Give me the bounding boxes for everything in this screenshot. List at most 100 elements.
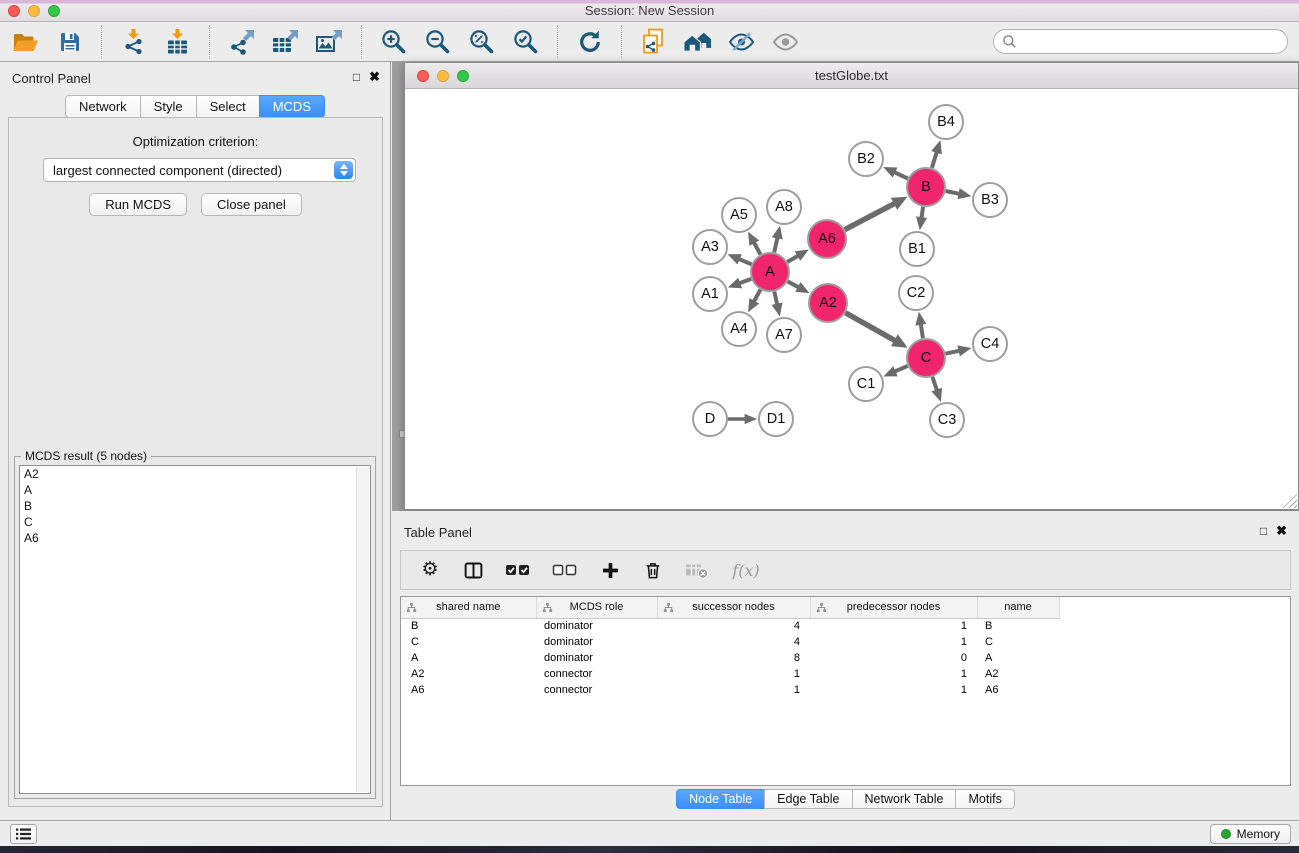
graph-edge-B-B1[interactable]	[916, 207, 927, 230]
table-cell-name[interactable]: A	[977, 650, 1059, 666]
network-window-titlebar[interactable]: testGlobe.txt	[405, 63, 1298, 89]
table-cell-successor-nodes[interactable]: 8	[657, 650, 810, 666]
criterion-select[interactable]: largest connected component (directed)	[43, 158, 356, 182]
graph-edge-A-A6[interactable]	[787, 250, 809, 262]
column-view-button[interactable]	[460, 557, 486, 583]
export-image-button[interactable]	[314, 26, 345, 57]
graph-node-C2[interactable]: C2	[899, 276, 933, 310]
graph-node-B4[interactable]: B4	[929, 105, 963, 139]
table-cell-shared-name[interactable]: A6	[401, 682, 536, 698]
graph-edge-A2-C[interactable]	[845, 313, 907, 348]
table-settings-button[interactable]: ⚙	[417, 557, 443, 583]
graph-edge-C-C4[interactable]	[946, 345, 972, 356]
table-cell-name[interactable]: B	[977, 618, 1059, 634]
graph-edge-B-B2[interactable]	[883, 167, 908, 179]
table-row[interactable]: A6connector11A6	[401, 682, 1290, 698]
delete-table-button[interactable]	[683, 557, 711, 583]
table-cell-mcds-role[interactable]: dominator	[536, 650, 657, 666]
show-all-button[interactable]	[770, 26, 801, 57]
column-header-predecessor-nodes[interactable]: predecessor nodes	[810, 597, 977, 618]
table-row[interactable]: Adominator80A	[401, 650, 1290, 666]
graph-node-D1[interactable]: D1	[759, 402, 793, 436]
table-cell-predecessor-nodes[interactable]: 1	[810, 634, 977, 650]
graph-node-A7[interactable]: A7	[767, 318, 801, 352]
float-panel-icon[interactable]: □	[1260, 524, 1267, 538]
zoom-network-button[interactable]	[457, 70, 469, 82]
table-cell-predecessor-nodes[interactable]: 1	[810, 666, 977, 682]
table-cell-shared-name[interactable]: A2	[401, 666, 536, 682]
mcds-result-item[interactable]: C	[20, 514, 370, 530]
deselect-all-columns-button[interactable]	[550, 557, 580, 583]
graph-node-A5[interactable]: A5	[722, 198, 756, 232]
zoom-window-button[interactable]	[48, 5, 60, 17]
graph-edge-A-A1[interactable]	[728, 278, 751, 289]
save-session-button[interactable]	[54, 26, 85, 57]
graph-edge-C-C1[interactable]	[883, 366, 907, 376]
graph-edge-A-A2[interactable]	[788, 281, 810, 293]
new-network-from-selection-button[interactable]	[638, 26, 669, 57]
first-neighbors-button[interactable]	[682, 26, 713, 57]
table-cell-successor-nodes[interactable]: 1	[657, 666, 810, 682]
column-header-mcds-role[interactable]: MCDS role	[536, 597, 657, 618]
table-cell-name[interactable]: A6	[977, 682, 1059, 698]
close-network-button[interactable]	[417, 70, 429, 82]
table-cell-predecessor-nodes[interactable]: 1	[810, 618, 977, 634]
table-row[interactable]: Cdominator41C	[401, 634, 1290, 650]
table-cell-shared-name[interactable]: A	[401, 650, 536, 666]
run-mcds-button[interactable]: Run MCDS	[89, 193, 187, 216]
graph-edge-C-C3[interactable]	[931, 377, 942, 402]
graph-node-A6[interactable]: A6	[808, 220, 846, 258]
minimize-network-button[interactable]	[437, 70, 449, 82]
graph-edge-C-C2[interactable]	[915, 312, 926, 338]
graph-node-D[interactable]: D	[693, 402, 727, 436]
table-cell-mcds-role[interactable]: dominator	[536, 618, 657, 634]
graph-node-C[interactable]: C	[907, 339, 945, 377]
graph-edge-A-A3[interactable]	[728, 254, 752, 264]
export-network-button[interactable]	[226, 26, 257, 57]
close-panel-icon[interactable]: ✖	[1276, 524, 1287, 538]
table-tab-motifs[interactable]: Motifs	[955, 789, 1014, 809]
graph-node-B2[interactable]: B2	[849, 142, 883, 176]
table-row[interactable]: A2connector11A2	[401, 666, 1290, 682]
close-panel-icon[interactable]: ✖	[369, 70, 380, 84]
graph-node-A[interactable]: A	[751, 253, 789, 291]
table-cell-mcds-role[interactable]: connector	[536, 682, 657, 698]
column-header-successor-nodes[interactable]: successor nodes	[657, 597, 810, 618]
graph-node-C4[interactable]: C4	[973, 327, 1007, 361]
column-header-shared-name[interactable]: shared name	[401, 597, 536, 618]
hide-selected-button[interactable]	[726, 26, 757, 57]
open-session-button[interactable]	[10, 26, 41, 57]
graph-node-C3[interactable]: C3	[930, 403, 964, 437]
tab-style[interactable]: Style	[140, 95, 197, 118]
mcds-result-item[interactable]: B	[20, 498, 370, 514]
graph-node-B[interactable]: B	[907, 168, 945, 206]
graph-node-B3[interactable]: B3	[973, 183, 1007, 217]
mcds-result-list[interactable]: A2ABCA6	[19, 465, 371, 794]
mcds-result-item[interactable]: A2	[20, 466, 370, 482]
close-panel-button[interactable]: Close panel	[201, 193, 302, 216]
graph-edge-B-B4[interactable]	[931, 140, 942, 168]
table-cell-mcds-role[interactable]: dominator	[536, 634, 657, 650]
minimize-window-button[interactable]	[28, 5, 40, 17]
graph-node-B1[interactable]: B1	[900, 232, 934, 266]
graph-node-A8[interactable]: A8	[767, 190, 801, 224]
table-cell-name[interactable]: C	[977, 634, 1059, 650]
select-all-columns-button[interactable]	[503, 557, 533, 583]
import-table-button[interactable]	[162, 26, 193, 57]
tab-select[interactable]: Select	[196, 95, 260, 118]
graph-edge-A-A5[interactable]	[748, 232, 760, 255]
graph-edge-A-A7[interactable]	[772, 292, 783, 317]
zoom-out-button[interactable]	[422, 26, 453, 57]
graph-node-A3[interactable]: A3	[693, 230, 727, 264]
table-tab-edge-table[interactable]: Edge Table	[764, 789, 852, 809]
zoom-selected-button[interactable]	[510, 26, 541, 57]
import-network-button[interactable]	[118, 26, 149, 57]
graph-edge-D-D1[interactable]	[728, 414, 757, 424]
mcds-result-item[interactable]: A6	[20, 530, 370, 546]
mcds-result-item[interactable]: A	[20, 482, 370, 498]
column-header-name[interactable]: name	[977, 597, 1059, 618]
table-tab-network-table[interactable]: Network Table	[852, 789, 957, 809]
network-canvas[interactable]: AA1A2A3A4A5A6A7A8BB1B2B3B4CC1C2C3C4DD1	[405, 90, 1298, 509]
close-window-button[interactable]	[8, 5, 20, 17]
float-panel-icon[interactable]: □	[353, 70, 360, 84]
